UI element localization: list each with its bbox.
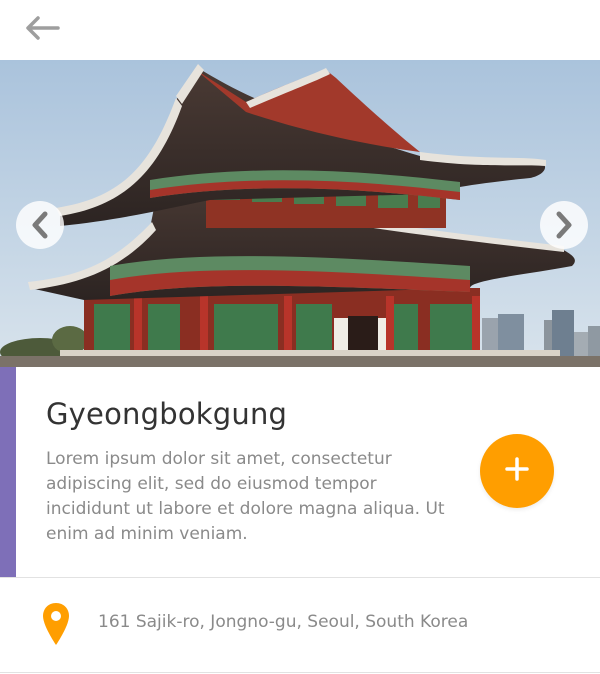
plus-icon: [504, 456, 530, 486]
chevron-left-icon: [30, 211, 50, 239]
place-detail-screen: Gyeongbokgung Lorem ipsum dolor sit amet…: [0, 0, 600, 674]
divider: [0, 672, 600, 673]
previous-image-button[interactable]: [16, 201, 64, 249]
chevron-right-icon: [554, 211, 574, 239]
place-title: Gyeongbokgung: [46, 397, 288, 431]
back-button[interactable]: [20, 12, 64, 48]
palace-photo: [0, 60, 600, 367]
arrow-left-icon: [24, 15, 60, 45]
top-bar: [0, 0, 600, 60]
address-row[interactable]: 161 Sajik-ro, Jongno-gu, Seoul, South Ko…: [0, 578, 600, 672]
address-text: 161 Sajik-ro, Jongno-gu, Seoul, South Ko…: [98, 612, 469, 632]
hero-image: [0, 60, 600, 367]
place-description: Lorem ipsum dolor sit amet, consectetur …: [46, 449, 445, 544]
add-button[interactable]: [480, 434, 554, 508]
map-pin-icon: [42, 602, 70, 646]
place-info-card: Gyeongbokgung Lorem ipsum dolor sit amet…: [0, 367, 600, 577]
next-image-button[interactable]: [540, 201, 588, 249]
accent-bar: [0, 367, 16, 577]
